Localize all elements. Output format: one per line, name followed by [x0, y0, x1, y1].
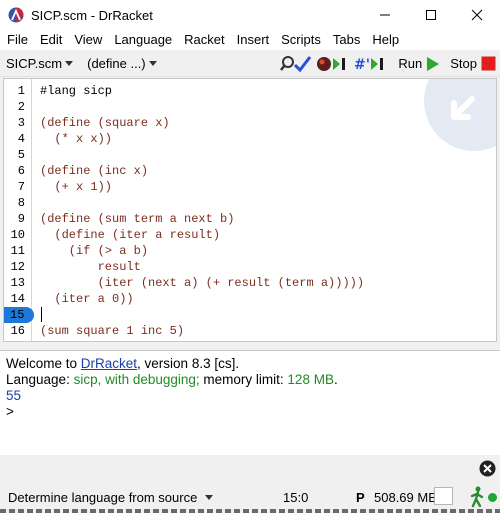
status-indicator-dot: [488, 493, 497, 502]
line-number-gutter: 1 2 3 4 5 6 7 8 9 10 11 12 13 14 15 16: [4, 79, 34, 341]
line-number: 10: [10, 228, 25, 242]
memory-prefix: memory limit:: [199, 372, 288, 387]
line-number: 5: [17, 148, 25, 162]
p-indicator: P: [356, 490, 365, 505]
file-name-label: SICP.scm: [6, 55, 63, 71]
menu-racket[interactable]: Racket: [178, 30, 230, 50]
code-line[interactable]: (sum square 1 inc 5): [40, 323, 184, 339]
memory-limit-value: 128 MB: [287, 372, 334, 387]
stop-icon: [481, 56, 496, 71]
line-number: 1: [17, 84, 25, 98]
run-button[interactable]: Run: [398, 56, 440, 72]
maximize-icon: [426, 10, 436, 20]
check-syntax-icon: [280, 55, 312, 72]
title-bar: SICP.scm - DrRacket: [0, 0, 500, 30]
bottom-edge: [0, 509, 500, 513]
text-caret: [41, 307, 42, 322]
run-label: Run: [398, 56, 423, 71]
code-line[interactable]: (define (iter a result): [40, 227, 220, 243]
debug-icon: [317, 56, 346, 71]
file-menu-button[interactable]: SICP.scm: [6, 55, 74, 71]
result-output: 55: [6, 388, 22, 403]
memory-gauge: [434, 487, 453, 505]
menu-insert[interactable]: Insert: [231, 30, 276, 50]
line-number: 9: [17, 212, 25, 226]
chevron-down-icon: [148, 60, 157, 66]
menu-scripts[interactable]: Scripts: [275, 30, 327, 50]
menu-help[interactable]: Help: [366, 30, 405, 50]
language-value: sicp, with debugging;: [73, 372, 200, 387]
language-prefix: Language:: [6, 372, 74, 387]
language-selector-label: Determine language from source: [8, 490, 198, 505]
code-line[interactable]: result: [40, 259, 141, 275]
line-number: 15: [4, 307, 34, 323]
line-number: 3: [17, 116, 25, 130]
language-line: Language: sicp, with debugging; memory l…: [6, 372, 494, 388]
close-button[interactable]: [454, 0, 500, 30]
code-line[interactable]: (iter (next a) (+ result (term a))))): [40, 275, 364, 291]
minimize-icon: [380, 14, 390, 16]
svg-text:#': #': [354, 57, 370, 73]
code-line[interactable]: (define (inc x): [40, 163, 148, 179]
definitions-editor[interactable]: 1 2 3 4 5 6 7 8 9 10 11 12 13 14 15 16 #lang sicp (defin…: [3, 78, 497, 342]
close-circle-icon[interactable]: [479, 460, 496, 477]
drracket-link[interactable]: DrRacket: [81, 356, 137, 371]
maximize-button[interactable]: [408, 0, 454, 30]
line-number: 14: [10, 292, 25, 306]
line-number: 16: [10, 324, 25, 338]
line-number: 12: [10, 260, 25, 274]
stop-label: Stop: [450, 56, 477, 71]
code-line[interactable]: (+ x 1)): [40, 179, 112, 195]
interactions-pane[interactable]: Welcome to DrRacket, version 8.3 [cs]. L…: [0, 350, 500, 455]
menu-language[interactable]: Language: [108, 30, 178, 50]
menu-tabs[interactable]: Tabs: [327, 30, 366, 50]
line-number: 8: [17, 196, 25, 210]
toolbar: SICP.scm (define ...) #' Run Stop: [0, 50, 500, 77]
welcome-line: Welcome to DrRacket, version 8.3 [cs].: [6, 356, 494, 372]
line-number: 4: [17, 132, 25, 146]
close-icon: [471, 9, 483, 21]
version-text: , version 8.3 [cs].: [137, 356, 240, 371]
code-line[interactable]: (if (> a b): [40, 243, 148, 259]
define-label: (define ...): [87, 55, 146, 71]
interactions-footer: [0, 455, 500, 482]
check-syntax-button[interactable]: [280, 54, 312, 74]
memory-usage[interactable]: 508.69 MB: [374, 490, 437, 505]
stop-button[interactable]: Stop: [450, 56, 496, 71]
arrow-down-left-icon: [451, 96, 475, 120]
define-popup-button[interactable]: (define ...): [87, 56, 157, 71]
running-man-icon: [470, 486, 484, 508]
line-number: 6: [17, 164, 25, 178]
menu-file[interactable]: File: [1, 30, 34, 50]
cursor-position: 15:0: [283, 490, 309, 505]
menu-view[interactable]: View: [68, 30, 108, 50]
chevron-down-icon: [205, 495, 214, 500]
line-number: 13: [10, 276, 25, 290]
corner-decoration: [424, 79, 496, 151]
memory-suffix: .: [333, 372, 338, 387]
line-number: 2: [17, 100, 25, 114]
code-line[interactable]: (define (square x): [40, 115, 170, 131]
run-icon: [427, 56, 440, 71]
window-title: SICP.scm - DrRacket: [31, 7, 153, 23]
line-number: 11: [10, 244, 25, 258]
toolbar-actions: #' Run Stop: [280, 50, 500, 77]
drracket-logo-icon: [8, 7, 24, 23]
welcome-prefix: Welcome to: [6, 356, 81, 371]
code-line[interactable]: (iter a 0)): [40, 291, 133, 307]
chevron-down-icon: [65, 60, 74, 66]
line-number: 7: [17, 180, 25, 194]
repl-prompt[interactable]: >: [6, 404, 494, 420]
language-selector[interactable]: Determine language from source: [8, 490, 214, 505]
macro-stepper-button[interactable]: #': [354, 54, 388, 74]
code-line[interactable]: (define (sum term a next b): [40, 211, 234, 227]
menu-bar: File Edit View Language Racket Insert Sc…: [0, 30, 500, 50]
menu-edit[interactable]: Edit: [34, 30, 68, 50]
code-line[interactable]: (* x x)): [40, 131, 112, 147]
debug-button[interactable]: [316, 54, 350, 74]
minimize-button[interactable]: [362, 0, 408, 30]
macro-stepper-icon: #': [354, 57, 384, 73]
code-line[interactable]: #lang sicp: [40, 83, 112, 99]
